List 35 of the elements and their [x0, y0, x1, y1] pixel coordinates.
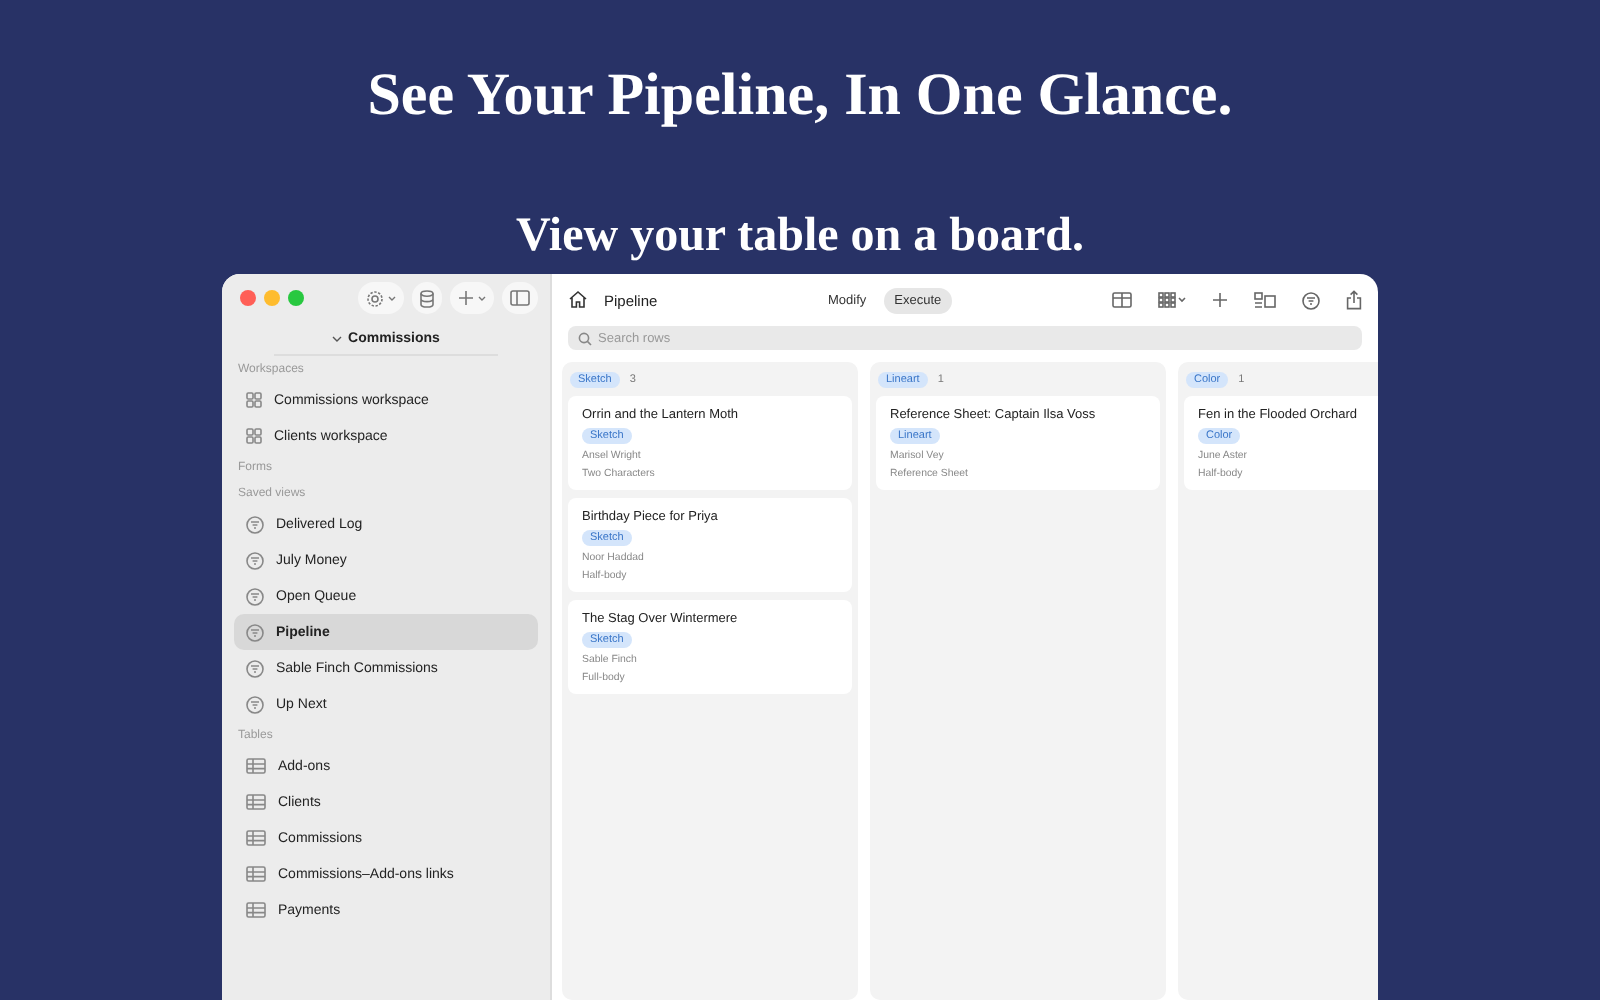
sidebar-toggle-button[interactable] — [502, 282, 538, 314]
chevron-icon — [478, 295, 486, 301]
settings-menu-button[interactable] — [358, 282, 404, 314]
database-button[interactable] — [412, 282, 442, 314]
chevron-icon — [332, 335, 343, 341]
filter-icon — [246, 695, 264, 713]
filter-icon — [246, 515, 264, 533]
table-icon — [246, 866, 266, 882]
grid-icon — [246, 428, 262, 444]
close-button[interactable] — [240, 290, 256, 306]
hero-title: See Your Pipeline, In One Glance. — [365, 60, 1235, 132]
filter-icon — [246, 623, 264, 641]
filter-icon — [246, 659, 264, 677]
database-icon — [420, 289, 434, 307]
share-icon[interactable] — [1346, 290, 1362, 310]
layout-icon[interactable] — [1254, 292, 1276, 308]
plus-icon[interactable] — [1212, 292, 1228, 308]
table-view-icon[interactable] — [1112, 292, 1132, 308]
table-icon — [246, 902, 266, 918]
home-button[interactable] — [568, 289, 588, 311]
plus-icon — [458, 290, 474, 306]
filter-icon — [246, 551, 264, 569]
filter-icon — [246, 587, 264, 605]
grid-menu-icon[interactable] — [1158, 292, 1186, 308]
table-icon — [246, 758, 266, 774]
gear-icon — [366, 289, 384, 307]
hero-subtitle: View your table on a board. — [513, 212, 1086, 260]
home-icon — [568, 289, 588, 307]
table-icon — [246, 794, 266, 810]
grid-icon — [246, 392, 262, 408]
filter-icon[interactable] — [1302, 291, 1320, 309]
chevron-icon — [388, 295, 396, 301]
add-menu-button[interactable] — [450, 282, 494, 314]
table-icon — [246, 830, 266, 846]
sidebar-icon — [510, 290, 530, 306]
